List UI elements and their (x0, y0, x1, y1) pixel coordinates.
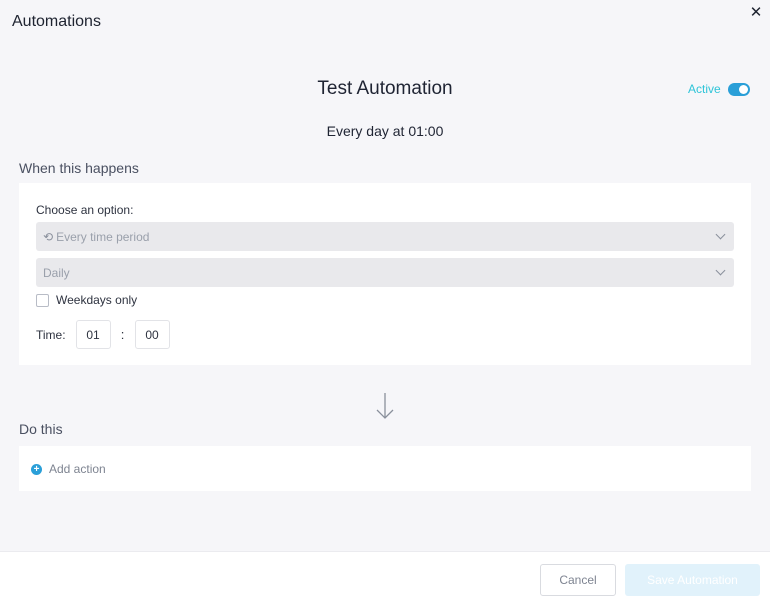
weekdays-only-checkbox[interactable] (36, 293, 49, 307)
weekdays-only-row: Weekdays only (36, 293, 137, 307)
modal-header: Automations ✕ (0, 0, 770, 46)
trigger-section-label: When this happens (19, 160, 139, 176)
action-section-label: Do this (19, 421, 63, 437)
chevron-down-icon (715, 229, 726, 240)
modal-footer: Cancel Save Automation (0, 551, 770, 604)
active-status-label: Active (688, 82, 721, 96)
time-separator: : (120, 327, 125, 342)
weekdays-only-label: Weekdays only (56, 293, 138, 307)
save-automation-button[interactable]: Save Automation (625, 564, 760, 596)
automation-title[interactable]: Test Automation (0, 78, 770, 100)
history-icon: ⟲ (43, 229, 54, 244)
action-card: + Add action (19, 446, 751, 491)
trigger-type-value: Every time period (56, 229, 150, 244)
cancel-button[interactable]: Cancel (540, 564, 616, 596)
trigger-type-select[interactable]: ⟲ Every time period (36, 222, 734, 251)
toggle-knob (738, 84, 748, 94)
active-toggle[interactable] (727, 82, 750, 96)
close-icon[interactable]: ✕ (748, 5, 764, 21)
active-toggle-group: Active (688, 82, 750, 96)
plus-circle-icon: + (31, 463, 42, 475)
modal-title: Automations (12, 13, 101, 30)
hours-input[interactable]: 01 (75, 320, 111, 349)
schedule-summary: Every day at 01:00 (326, 123, 444, 139)
add-action-label: Add action (49, 462, 106, 476)
time-row: Time: 01 : 00 (36, 320, 170, 349)
minutes-input[interactable]: 00 (134, 320, 170, 349)
choose-option-label: Choose an option: (36, 203, 134, 217)
chevron-down-icon (715, 265, 726, 276)
time-label: Time: (36, 327, 66, 342)
period-value: Daily (43, 265, 70, 280)
period-select[interactable]: Daily (36, 258, 734, 287)
trigger-card: Choose an option: ⟲ Every time period Da… (19, 183, 751, 365)
add-action-button[interactable]: + Add action (31, 462, 106, 476)
arrow-down-icon (376, 393, 394, 419)
